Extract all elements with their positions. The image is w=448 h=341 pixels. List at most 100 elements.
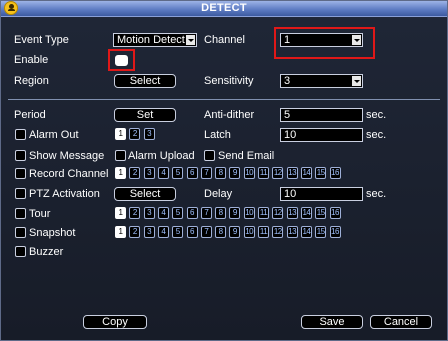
- channel-number-button[interactable]: 3: [143, 128, 155, 140]
- channel-number-button[interactable]: 16: [329, 167, 341, 179]
- channel-number-button[interactable]: 6: [186, 207, 198, 219]
- chevron-down-icon: [352, 76, 361, 86]
- channel-number-button[interactable]: 12: [272, 226, 284, 238]
- channel-number-button[interactable]: 1: [115, 167, 126, 179]
- channel-number-button[interactable]: 9: [229, 167, 241, 179]
- delay-label: Delay: [204, 188, 233, 200]
- chevron-down-icon: [186, 35, 195, 45]
- channel-number-button[interactable]: 2: [129, 167, 141, 179]
- region-select-button[interactable]: Select: [114, 74, 176, 88]
- buzzer-label: Buzzer: [29, 246, 64, 258]
- channel-number-button[interactable]: 14: [300, 207, 312, 219]
- channel-number-button[interactable]: 6: [186, 167, 198, 179]
- sensitivity-label: Sensitivity: [204, 75, 254, 87]
- record-channel-checkbox[interactable]: [15, 168, 26, 179]
- detect-dialog: DETECT Event Type Motion Detect Channel …: [0, 0, 448, 341]
- event-type-label: Event Type: [14, 34, 69, 46]
- channel-highlight: [274, 27, 375, 59]
- channel-number-button[interactable]: 7: [200, 226, 212, 238]
- channel-number-button[interactable]: 15: [315, 167, 327, 179]
- ptz-select-button[interactable]: Select: [114, 187, 176, 201]
- channel-number-button[interactable]: 10: [243, 207, 255, 219]
- channel-number-button[interactable]: 16: [329, 226, 341, 238]
- channel-number-button[interactable]: 14: [300, 226, 312, 238]
- anti-dither-unit: sec.: [366, 109, 387, 121]
- cancel-button[interactable]: Cancel: [370, 315, 432, 329]
- ptz-activation-label: PTZ Activation: [29, 188, 100, 200]
- alarm-out-checkbox[interactable]: [15, 129, 26, 140]
- channel-number-button[interactable]: 4: [157, 167, 169, 179]
- delay-input[interactable]: 10: [280, 187, 363, 201]
- show-message-checkbox[interactable]: [15, 150, 26, 161]
- channel-number-button[interactable]: 8: [215, 207, 227, 219]
- event-type-select[interactable]: Motion Detect: [113, 33, 197, 47]
- channel-number-button[interactable]: 8: [215, 226, 227, 238]
- region-label: Region: [14, 75, 49, 87]
- snapshot-checkbox[interactable]: [15, 227, 26, 238]
- channel-number-button[interactable]: 1: [115, 128, 126, 140]
- show-message-label: Show Message: [29, 150, 105, 162]
- channel-number-button[interactable]: 9: [229, 226, 241, 238]
- channel-number-button[interactable]: 4: [157, 207, 169, 219]
- event-type-value: Motion Detect: [117, 34, 185, 46]
- channel-number-button[interactable]: 8: [215, 167, 227, 179]
- channel-number-button[interactable]: 11: [258, 167, 269, 179]
- snapshot-label: Snapshot: [29, 227, 76, 239]
- alarm-out-label: Alarm Out: [29, 129, 79, 141]
- sensitivity-select[interactable]: 3: [280, 74, 363, 88]
- delay-unit: sec.: [366, 188, 387, 200]
- buzzer-checkbox[interactable]: [15, 246, 26, 257]
- channel-number-button[interactable]: 16: [329, 207, 341, 219]
- channel-number-button[interactable]: 14: [300, 167, 312, 179]
- channel-number-button[interactable]: 13: [286, 226, 298, 238]
- dialog-title: DETECT: [201, 2, 247, 14]
- save-button[interactable]: Save: [301, 315, 363, 329]
- channel-number-button[interactable]: 12: [272, 167, 284, 179]
- anti-dither-input[interactable]: 5: [280, 108, 363, 122]
- sensitivity-value: 3: [284, 75, 291, 87]
- tour-label: Tour: [29, 208, 51, 220]
- channel-number-button[interactable]: 10: [243, 167, 255, 179]
- ptz-activation-checkbox[interactable]: [15, 188, 26, 199]
- enable-label: Enable: [14, 54, 49, 66]
- channel-number-button[interactable]: 6: [186, 226, 198, 238]
- send-email-checkbox[interactable]: [204, 150, 215, 161]
- period-set-button[interactable]: Set: [114, 108, 176, 122]
- enable-highlight: [108, 49, 135, 71]
- copy-button[interactable]: Copy: [83, 315, 147, 329]
- channel-number-button[interactable]: 9: [229, 207, 241, 219]
- tour-checkbox[interactable]: [15, 208, 26, 219]
- period-label: Period: [14, 109, 46, 121]
- channel-number-button[interactable]: 3: [143, 207, 155, 219]
- channel-label: Channel: [204, 34, 245, 46]
- latch-unit: sec.: [366, 129, 387, 141]
- channel-number-button[interactable]: 13: [286, 207, 298, 219]
- latch-label: Latch: [204, 129, 231, 141]
- channel-number-button[interactable]: 3: [143, 226, 155, 238]
- channel-number-button[interactable]: 10: [243, 226, 255, 238]
- alarm-upload-checkbox[interactable]: [115, 150, 126, 161]
- anti-dither-label: Anti-dither: [204, 109, 255, 121]
- channel-number-button[interactable]: 15: [315, 226, 327, 238]
- channel-number-button[interactable]: 7: [200, 207, 212, 219]
- channel-number-button[interactable]: 7: [200, 167, 212, 179]
- channel-number-button[interactable]: 5: [172, 226, 184, 238]
- channel-number-button[interactable]: 1: [115, 226, 126, 238]
- record-channel-label: Record Channel: [29, 168, 109, 180]
- section-divider: [8, 99, 440, 100]
- channel-number-button[interactable]: 11: [258, 226, 269, 238]
- channel-number-button[interactable]: 2: [129, 226, 141, 238]
- channel-number-button[interactable]: 15: [315, 207, 327, 219]
- channel-number-button[interactable]: 5: [172, 167, 184, 179]
- title-bar: DETECT: [1, 1, 447, 17]
- channel-number-button[interactable]: 11: [258, 207, 269, 219]
- channel-number-button[interactable]: 3: [143, 167, 155, 179]
- channel-number-button[interactable]: 12: [272, 207, 284, 219]
- channel-number-button[interactable]: 13: [286, 167, 298, 179]
- channel-number-button[interactable]: 2: [129, 128, 141, 140]
- latch-input[interactable]: 10: [280, 128, 363, 142]
- channel-number-button[interactable]: 4: [157, 226, 169, 238]
- channel-number-button[interactable]: 2: [129, 207, 141, 219]
- channel-number-button[interactable]: 5: [172, 207, 184, 219]
- channel-number-button[interactable]: 1: [115, 207, 126, 219]
